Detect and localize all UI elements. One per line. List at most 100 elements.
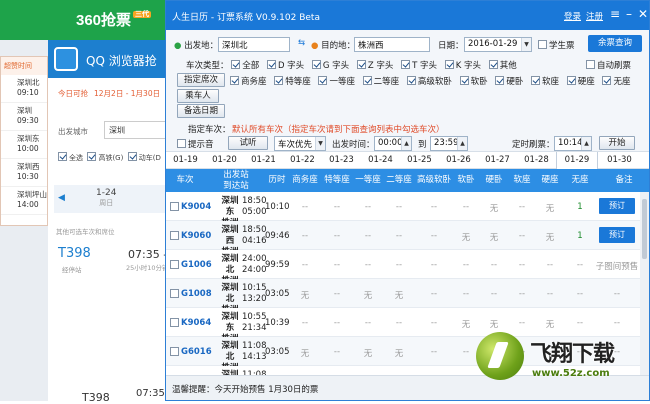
seat-first[interactable]: 一等座 <box>318 76 355 87</box>
train-number[interactable]: G6016 <box>181 347 217 357</box>
date-tabs: 01-19 01-20 01-21 01-22 01-23 01-24 01-25 01-26… <box>166 151 649 170</box>
seat-availability: -- <box>576 318 584 328</box>
train-type-t[interactable]: T 字头 <box>401 60 437 71</box>
register-link[interactable]: 注册 <box>586 10 603 22</box>
date-tab-01-30[interactable]: 01-30 <box>600 152 639 169</box>
seat-availability: -- <box>462 289 470 299</box>
date-tab-01-25[interactable]: 01-25 <box>400 152 439 169</box>
seat-availability: 无 <box>489 320 499 330</box>
duration: 03:05 <box>265 289 290 299</box>
depart-to-input[interactable]: 23:59 ▲ <box>430 136 468 151</box>
date-tab-01-29[interactable]: 01-29 <box>556 152 598 170</box>
train-number[interactable]: K9064 <box>181 318 217 328</box>
train-type-other[interactable]: 其他 <box>488 60 517 71</box>
menu-icon[interactable]: ≡ <box>608 7 622 21</box>
date-tab-01-22[interactable]: 01-22 <box>283 152 322 169</box>
seat-availability: -- <box>333 318 341 328</box>
duration: 09:46 <box>265 231 290 241</box>
row-checkbox[interactable] <box>170 347 179 356</box>
spinner-icon: ▲ <box>581 137 591 150</box>
train-number[interactable]: G1008 <box>181 289 217 299</box>
bg-card-item: 深圳 09:30 <box>1 103 47 131</box>
minimize-icon[interactable]: – <box>622 7 636 21</box>
date-tab-01-24[interactable]: 01-24 <box>361 152 400 169</box>
auto-refresh-checkbox[interactable]: 自动刷票 <box>586 59 631 71</box>
row-checkbox[interactable] <box>170 202 179 211</box>
student-ticket-checkbox[interactable]: 学生票 <box>538 39 575 51</box>
times: 10:15 13:20 <box>242 283 267 304</box>
seat-availability: -- <box>546 289 554 299</box>
close-icon[interactable]: ✕ <box>636 7 650 21</box>
depart-from-input[interactable]: 00:00 ▲ <box>374 136 412 151</box>
book-button[interactable]: 预订 <box>599 227 635 243</box>
seat-availability: -- <box>546 260 554 270</box>
start-button[interactable]: 开始 <box>599 136 635 150</box>
seat-availability: -- <box>518 289 526 299</box>
train-type-k[interactable]: K 字头 <box>444 60 481 71</box>
seat-availability: 无 <box>545 320 555 330</box>
calendar-dropdown-icon: ▼ <box>521 38 531 51</box>
row-checkbox[interactable] <box>170 260 179 269</box>
seat-availability: 无 <box>300 291 310 301</box>
seat-hard-seat[interactable]: 硬座 <box>566 76 595 87</box>
seat-availability: 无 <box>300 349 310 359</box>
train-type-filters: 车次类型： 全部 D 字头 G 字头 Z 字头 T 字头 K 字头 其他 <box>186 60 517 71</box>
table-row[interactable]: G1006深圳北株洲西24:0024:0099:59--------------… <box>166 250 649 297</box>
row-checkbox[interactable] <box>170 318 179 327</box>
date-tab-01-20[interactable]: 01-20 <box>205 152 244 169</box>
seat-availability: -- <box>364 318 372 328</box>
seat-business[interactable]: 商务座 <box>230 76 267 87</box>
times: 18:50 05:00 <box>242 196 267 217</box>
date-tab-01-28[interactable]: 01-28 <box>517 152 556 169</box>
train-type-all[interactable]: 全部 <box>231 60 259 71</box>
seat-none[interactable]: 无座 <box>602 76 630 87</box>
train-number[interactable]: G1006 <box>181 260 217 270</box>
seat-soft-sleeper[interactable]: 软卧 <box>459 76 488 87</box>
seat-availability: 无 <box>394 291 404 301</box>
row-checkbox[interactable] <box>170 289 179 298</box>
test-sound-button[interactable]: 试听 <box>228 136 268 150</box>
bg-card-item: 深圳西 10:30 <box>1 159 47 187</box>
seat-second[interactable]: 二等座 <box>362 76 399 87</box>
table-row[interactable]: K9060深圳西株洲18:5004:1609:46----------无无--无… <box>166 221 649 257</box>
train-type-d[interactable]: D 字头 <box>266 60 304 71</box>
date-tab-01-26[interactable]: 01-26 <box>439 152 478 169</box>
timed-refresh-input[interactable]: 10:14 ▲ <box>554 136 592 151</box>
table-row[interactable]: K9004深圳东株洲西18:5005:0010:10------------无-… <box>166 192 649 239</box>
bg-date-bar: ◀ 1-24 周日 <box>54 185 170 213</box>
seat-hard-sleeper[interactable]: 硬卧 <box>495 76 523 87</box>
login-link[interactable]: 登录 <box>564 10 581 22</box>
seat-premium-sleeper[interactable]: 高级软卧 <box>406 76 452 87</box>
assign-seat-button[interactable]: 指定席次 <box>177 73 225 87</box>
train-number[interactable]: K9060 <box>181 231 217 241</box>
priority-select[interactable]: 车次优先 ▼ <box>274 136 326 151</box>
scrollbar-thumb[interactable] <box>642 199 647 259</box>
row-note: -- <box>613 318 621 328</box>
date-input[interactable]: 2016-01-29 ▼ <box>464 37 532 52</box>
date-tab-01-21[interactable]: 01-21 <box>244 152 283 169</box>
date-tab-01-27[interactable]: 01-27 <box>478 152 517 169</box>
passenger-button[interactable]: 乘车人 <box>177 89 219 103</box>
swap-icon[interactable]: ⇆ <box>298 38 305 48</box>
title-bar[interactable]: 人生日历 - 订票系统 V0.9.102 Beta 登录 注册 ≡ – ✕ <box>166 1 649 30</box>
tip-sound-checkbox[interactable]: 提示音 <box>177 138 214 150</box>
date-tab-01-23[interactable]: 01-23 <box>322 152 361 169</box>
book-button[interactable]: 预订 <box>599 198 635 214</box>
seat-availability: -- <box>518 318 526 328</box>
train-type-z[interactable]: Z 字头 <box>356 60 393 71</box>
seat-availability: 无 <box>545 233 555 243</box>
row-checkbox[interactable] <box>170 231 179 240</box>
train-type-g[interactable]: G 字头 <box>311 60 349 71</box>
duration: 10:10 <box>265 202 290 212</box>
from-station-input[interactable]: 深圳北 <box>218 37 290 52</box>
seat-availability: -- <box>576 289 584 299</box>
seat-special[interactable]: 特等座 <box>274 76 311 87</box>
seat-availability: -- <box>395 202 403 212</box>
backup-date-button[interactable]: 备选日期 <box>177 104 225 118</box>
train-number[interactable]: K9004 <box>181 202 217 212</box>
to-station-input[interactable]: 株洲西 <box>354 37 430 52</box>
table-row[interactable]: G1008深圳北株洲西10:1513:2003:05无--无无---------… <box>166 279 649 326</box>
seat-soft-seat[interactable]: 软座 <box>531 76 559 87</box>
date-tab-01-19[interactable]: 01-19 <box>166 152 205 169</box>
search-tickets-button[interactable]: 余票查询 <box>588 35 642 52</box>
